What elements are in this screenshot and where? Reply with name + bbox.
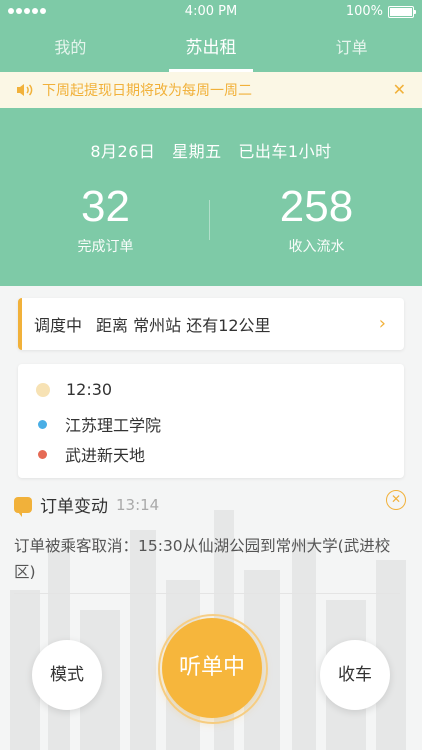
battery-icon bbox=[388, 5, 416, 18]
dismiss-icon[interactable]: ✕ bbox=[386, 490, 406, 510]
speaker-icon bbox=[17, 84, 33, 96]
notice-text: 下周起提现日期将改为每周一周二 bbox=[42, 83, 252, 99]
pickup-row: 江苏理工学院 bbox=[38, 412, 161, 436]
dispatch-card[interactable]: 调度中 距离 常州站 还有12公里 › bbox=[18, 298, 404, 350]
trip-card[interactable]: 12:30 江苏理工学院 武进新天地 bbox=[18, 364, 404, 478]
close-icon[interactable]: ✕ bbox=[393, 80, 406, 99]
trip-time-row: 12:30 bbox=[36, 380, 113, 399]
notice-bar: 下周起提现日期将改为每周一周二 ✕ bbox=[0, 72, 422, 108]
date-line: 8月26日 星期五 已出车1小时 bbox=[90, 142, 332, 161]
bottom-controls: 模式 听单中 收车 bbox=[0, 594, 422, 750]
orders-count: 32 bbox=[81, 182, 130, 231]
pickup-location: 江苏理工学院 bbox=[65, 416, 162, 435]
dropoff-dot-icon bbox=[38, 449, 47, 459]
dispatch-status: 调度中 bbox=[34, 316, 83, 335]
battery-indicator: 100% bbox=[345, 4, 416, 19]
listening-button[interactable]: 听单中 bbox=[162, 618, 262, 718]
pickup-dot-icon bbox=[38, 419, 47, 429]
daily-summary: 8月26日 星期五 已出车1小时 32 完成订单 258 收入流水 bbox=[0, 108, 422, 286]
end-shift-button[interactable]: 收车 bbox=[320, 640, 390, 710]
trip-time: 12:30 bbox=[66, 380, 113, 399]
order-change-time: 13:14 bbox=[116, 495, 160, 514]
order-change-notice: 订单变动 13:14 ✕ 订单被乘客取消：15:30从仙湖公园到常州大学(武进校… bbox=[14, 490, 408, 585]
order-change-message: 订单被乘客取消：15:30从仙湖公园到常州大学(武进校区) bbox=[14, 537, 391, 581]
income-amount: 258 bbox=[279, 182, 354, 231]
orders-label: 完成订单 bbox=[77, 239, 134, 256]
dropoff-location: 武进新天地 bbox=[65, 446, 146, 465]
tab-orders[interactable]: 订单 bbox=[281, 24, 422, 72]
tab-mine[interactable]: 我的 bbox=[0, 24, 141, 72]
income-stat: 258 收入流水 bbox=[211, 182, 422, 256]
order-change-title: 订单变动 bbox=[40, 497, 108, 517]
message-icon bbox=[14, 496, 32, 517]
chevron-right-icon: › bbox=[378, 313, 386, 334]
dispatch-text: 距离 常州站 还有12公里 bbox=[96, 316, 271, 335]
income-label: 收入流水 bbox=[288, 239, 345, 256]
status-bar: 4:00 PM 100% bbox=[0, 0, 422, 24]
battery-percent: 100% bbox=[345, 4, 383, 19]
top-tabs: 我的 苏出租 订单 bbox=[0, 24, 422, 72]
stat-divider bbox=[209, 200, 210, 240]
mode-button[interactable]: 模式 bbox=[32, 640, 102, 710]
orders-stat: 32 完成订单 bbox=[0, 182, 211, 256]
clock-icon bbox=[36, 382, 50, 397]
dropoff-row: 武进新天地 bbox=[38, 442, 145, 466]
tab-su-taxi[interactable]: 苏出租 bbox=[141, 24, 282, 72]
